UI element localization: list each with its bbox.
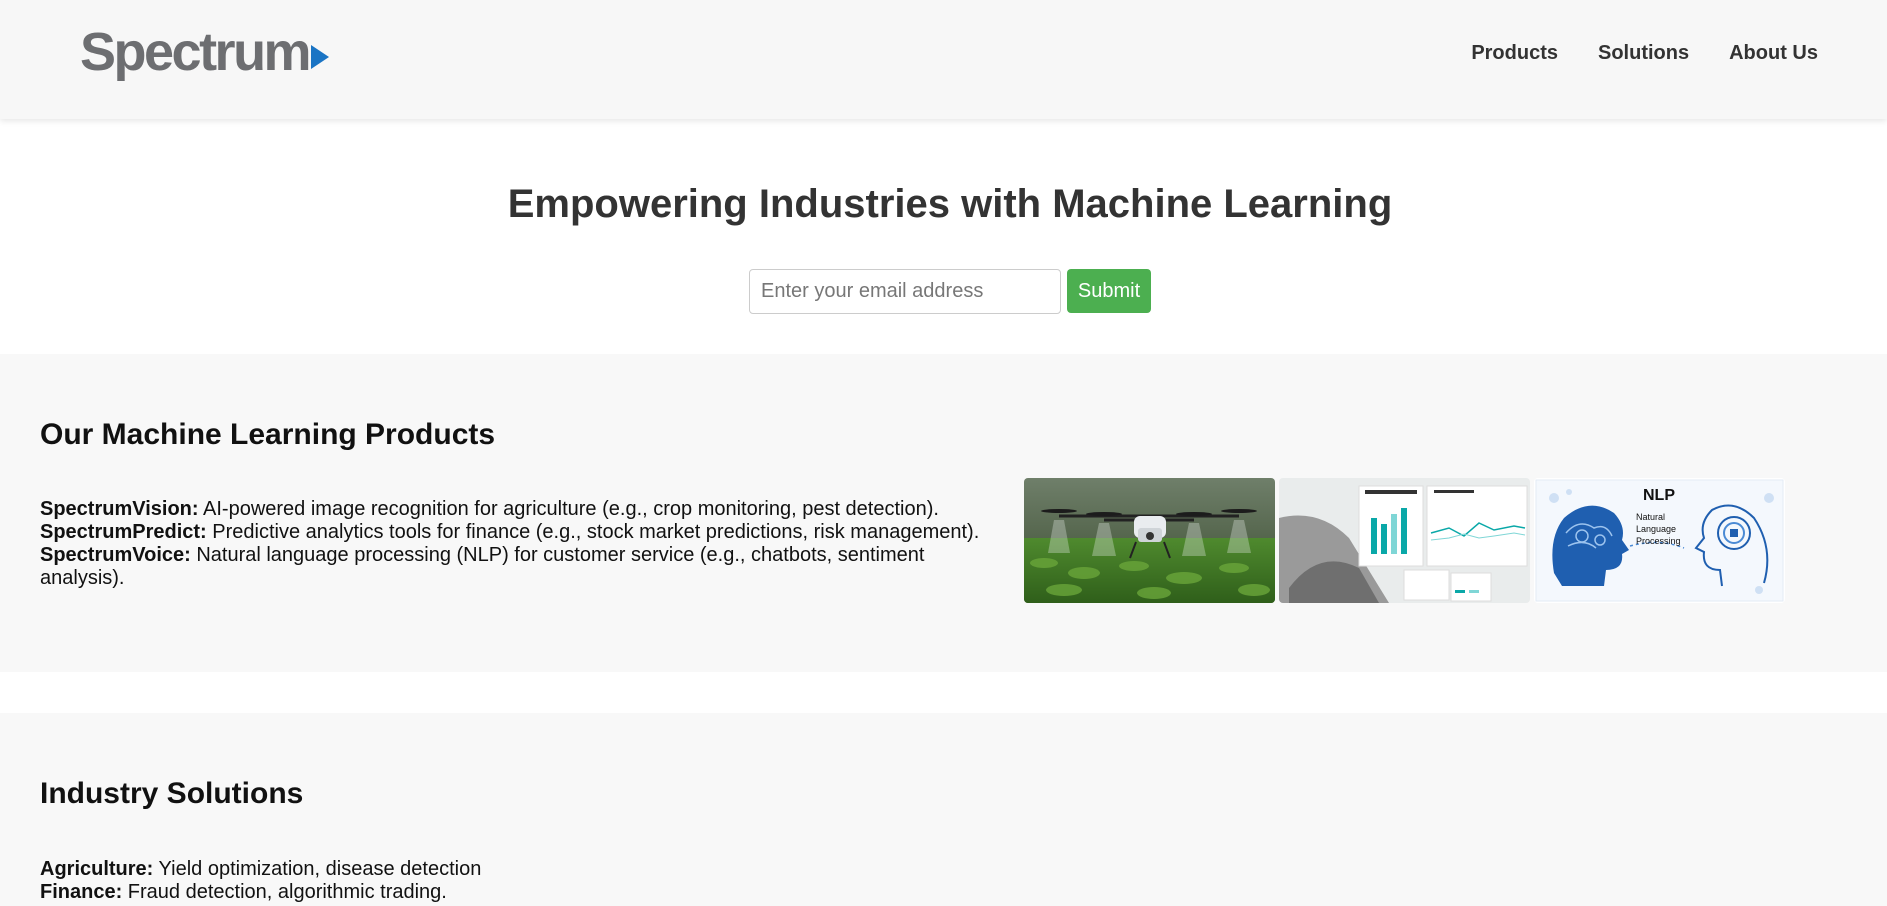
site-header: Spectrum Products Solutions About Us (0, 0, 1887, 119)
submit-button[interactable]: Submit (1067, 269, 1151, 313)
product-name: SpectrumPredict: (40, 521, 207, 543)
solution-description: Fraud detection, algorithmic trading. (122, 881, 447, 903)
product-item: SpectrumPredict: Predictive analytics to… (40, 521, 990, 544)
nlp-caption-line: Processing (1636, 536, 1681, 546)
logo-arrow-icon (311, 45, 330, 69)
solution-item: Agriculture: Yield optimization, disease… (40, 858, 990, 881)
nlp-caption-line: Language (1636, 524, 1676, 534)
products-list: SpectrumVision: AI-powered image recogni… (40, 498, 990, 590)
nav-link-about-us[interactable]: About Us (1729, 42, 1818, 65)
agriculture-drone-image (1024, 478, 1275, 603)
product-item: SpectrumVoice: Natural language processi… (40, 544, 990, 590)
product-name: SpectrumVision: (40, 498, 199, 520)
solution-description: Yield optimization, disease detection (153, 858, 482, 880)
main-nav: Products Solutions About Us (1471, 42, 1818, 65)
solution-item: Finance: Fraud detection, algorithmic tr… (40, 881, 990, 904)
solution-name: Agriculture: (40, 858, 154, 880)
hero-title: Empowering Industries with Machine Learn… (507, 182, 1393, 226)
product-description: AI-powered image recognition for agricul… (198, 498, 939, 520)
product-gallery: NLP Natural Language Processing (1024, 478, 1785, 603)
nav-link-solutions[interactable]: Solutions (1598, 42, 1689, 65)
products-heading: Our Machine Learning Products (40, 418, 496, 451)
product-item: SpectrumVision: AI-powered image recogni… (40, 498, 990, 521)
email-input[interactable] (749, 269, 1061, 314)
solutions-section: Industry Solutions Agriculture: Yield op… (0, 713, 1887, 906)
nlp-illustration-image: NLP Natural Language Processing (1534, 478, 1785, 603)
hero-section: Empowering Industries with Machine Learn… (0, 119, 1887, 354)
solutions-heading: Industry Solutions (40, 777, 304, 810)
nav-link-products[interactable]: Products (1471, 42, 1558, 65)
solution-name: Finance: (40, 881, 123, 903)
products-section: Our Machine Learning Products SpectrumVi… (0, 354, 1887, 672)
product-description: Predictive analytics tools for finance (… (206, 521, 980, 543)
logo-wordmark: Spectrum (80, 22, 312, 82)
product-name: SpectrumVoice: (40, 544, 191, 566)
analytics-dashboard-image (1279, 478, 1530, 603)
nlp-caption-line: Natural (1636, 512, 1665, 522)
solutions-list: Agriculture: Yield optimization, disease… (40, 858, 990, 904)
nlp-title: NLP (1643, 487, 1675, 504)
spectrum-logo[interactable]: Spectrum (80, 22, 330, 82)
